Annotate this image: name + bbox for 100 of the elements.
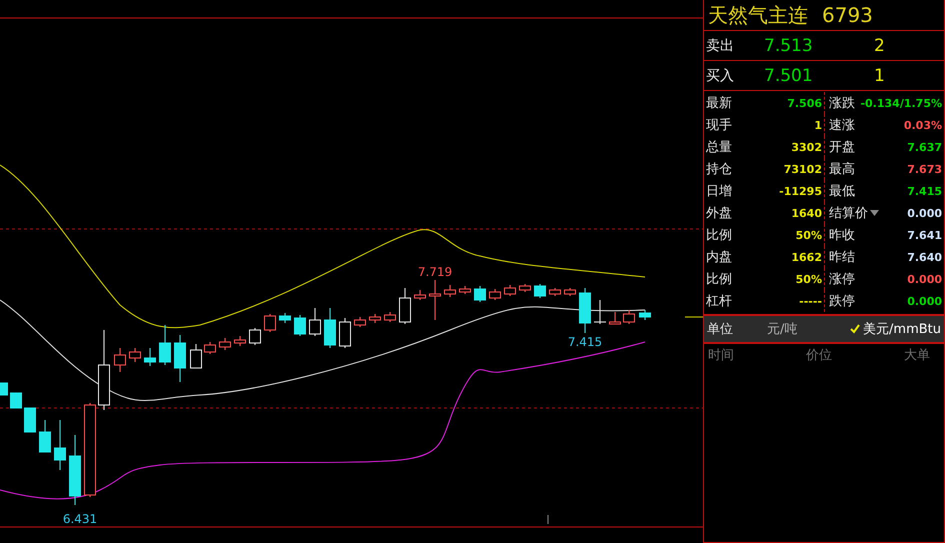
- stat-label: 最新: [706, 95, 732, 112]
- candlestick: [324, 308, 336, 348]
- stat-label: 内盘: [706, 249, 732, 266]
- caret-icon[interactable]: [870, 210, 879, 216]
- candlestick: [129, 348, 141, 362]
- candlestick: [489, 288, 501, 300]
- stat-value: -----: [799, 294, 822, 308]
- stat-label: 现手: [706, 117, 732, 134]
- check-icon: [850, 324, 860, 334]
- candlestick: [54, 420, 66, 470]
- order-side-label: 买入: [705, 66, 735, 84]
- candlestick: [39, 420, 51, 452]
- stat-value: 3302: [791, 140, 822, 154]
- stat-value: 0.03%: [904, 118, 942, 132]
- stat-value: 7.637: [907, 140, 942, 154]
- stat-value: 0.000: [907, 272, 942, 286]
- candlestick: [10, 392, 22, 408]
- stat-label: 外盘: [706, 205, 732, 222]
- stat-value: -11295: [779, 184, 822, 198]
- stat-label: 比例: [706, 227, 732, 244]
- stat-label: 跌停: [829, 293, 855, 310]
- unit-option[interactable]: 元/吨: [767, 320, 798, 338]
- candlestick: [159, 324, 171, 366]
- candlestick: [623, 310, 635, 324]
- column-header: 价位: [806, 347, 832, 364]
- stat-value: 7.640: [907, 250, 942, 264]
- stat-value: 7.506: [787, 96, 822, 110]
- stat-value: 0.000: [907, 206, 942, 220]
- column-header: 时间: [708, 347, 734, 364]
- contract-title: 天然气主连: [708, 2, 808, 28]
- stat-label: 最高: [829, 161, 855, 178]
- stat-label: 持仓: [706, 161, 732, 178]
- candlestick: [474, 286, 486, 302]
- candlestick: [219, 338, 231, 350]
- unit-option[interactable]: 美元/mmBtu: [850, 320, 941, 338]
- candlestick: [174, 334, 186, 382]
- candlestick: [429, 280, 441, 320]
- candlestick: [594, 300, 606, 324]
- stat-value: 1: [814, 118, 822, 132]
- candlestick: [504, 284, 516, 296]
- stat-label: 涨停: [829, 271, 855, 288]
- candlestick: [0, 382, 8, 396]
- stat-value: 0.000: [907, 294, 942, 308]
- stat-value: 7.641: [907, 228, 942, 242]
- order-side-label: 卖出: [705, 36, 735, 54]
- candlestick: [639, 310, 651, 320]
- candlestick: [549, 288, 561, 296]
- stat-value: 50%: [796, 228, 822, 242]
- column-header: 大单: [904, 347, 930, 364]
- candlestick: [294, 314, 306, 336]
- stat-value: 73102: [784, 162, 822, 176]
- stat-label: 日增: [706, 183, 732, 200]
- candlestick: [384, 312, 396, 322]
- stat-label: 杠杆: [706, 293, 732, 310]
- order-volume: 2: [874, 36, 885, 56]
- stat-label: 开盘: [829, 139, 855, 156]
- candlestick: [519, 284, 531, 292]
- stat-value: 1640: [791, 206, 822, 220]
- candlestick: [609, 312, 621, 324]
- candlestick: [399, 288, 411, 324]
- candlestick: [234, 336, 246, 346]
- candlestick: [564, 288, 576, 296]
- stat-value: 7.415: [907, 184, 942, 198]
- contract-code: 6793: [822, 3, 873, 27]
- candlestick: [114, 348, 126, 372]
- order-price: 7.501: [764, 66, 814, 86]
- stat-value: 7.673: [907, 162, 942, 176]
- candlestick: [144, 348, 156, 366]
- order-price: 7.513: [764, 36, 814, 56]
- stat-value: 50%: [796, 272, 822, 286]
- stat-label: 昨收: [829, 227, 855, 244]
- candlestick: [459, 286, 471, 294]
- order-volume: 1: [874, 66, 885, 86]
- candlestick: [369, 314, 381, 324]
- stat-label[interactable]: 结算价: [829, 204, 879, 222]
- candlestick: [249, 328, 261, 346]
- candlestick: [24, 408, 36, 432]
- candlestick: [279, 312, 291, 324]
- candlestick: [264, 314, 276, 332]
- stat-label: 比例: [706, 271, 732, 288]
- price-label: 6.431: [62, 512, 98, 526]
- stat-label: 速涨: [829, 117, 855, 134]
- price-label: 7.719: [418, 265, 452, 279]
- candlestick: [339, 318, 351, 348]
- stat-label: 总量: [706, 139, 732, 156]
- price-label: 7.415: [568, 335, 602, 349]
- candlestick: [579, 288, 591, 334]
- candlestick: [204, 342, 216, 354]
- candlestick: [309, 308, 321, 336]
- candlestick: [69, 434, 81, 506]
- stat-label: 涨跌: [829, 95, 855, 112]
- candlestick: [354, 316, 366, 328]
- stat-label: 昨结: [829, 249, 855, 266]
- candlestick: [190, 344, 202, 368]
- candlestick: [414, 290, 426, 300]
- candlestick: [444, 284, 456, 298]
- stat-value: -0.134/1.75%: [860, 96, 942, 110]
- unit-label: 单位: [707, 321, 734, 338]
- stat-value: 1662: [791, 250, 822, 264]
- candlestick: [534, 284, 546, 298]
